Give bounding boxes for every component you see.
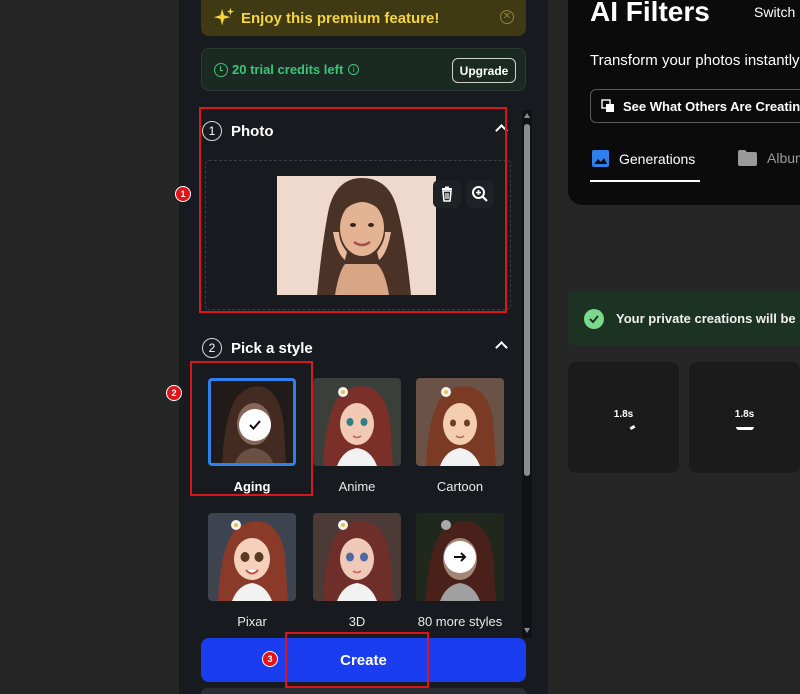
tab-generations[interactable]: Generations xyxy=(592,150,695,167)
private-notice: Your private creations will be saved xyxy=(568,291,800,346)
style-thumbnail xyxy=(313,513,401,601)
scroll-up-arrow[interactable] xyxy=(524,113,530,118)
style-label: Anime xyxy=(338,479,376,494)
annotation-box-style xyxy=(190,361,313,496)
generation-tile[interactable]: 1.8s xyxy=(689,362,800,473)
image-icon xyxy=(592,150,609,167)
see-others-label: See What Others Are Creating xyxy=(623,98,800,114)
see-others-button[interactable]: See What Others Are Creating xyxy=(590,89,800,123)
style-label: Cartoon xyxy=(436,479,484,494)
credits-text: 20 trial credits left xyxy=(232,62,344,77)
ai-filters-header-card: AI Filters Switch Transform your photos … xyxy=(568,0,800,205)
annotation-box-photo xyxy=(199,107,507,313)
annotation-badge: 3 xyxy=(262,651,278,667)
scrollbar-thumb[interactable] xyxy=(524,124,530,476)
credits-bar: 20 trial credits left i Upgrade xyxy=(201,48,526,91)
style-option-3d[interactable]: 3D xyxy=(313,513,401,629)
style-section-title: Pick a style xyxy=(231,339,313,357)
style-option-more[interactable]: 80 more styles xyxy=(416,513,504,629)
loading-indicator xyxy=(629,424,636,431)
style-label: Pixar xyxy=(237,614,267,629)
style-thumbnail xyxy=(416,378,504,466)
bottom-bar xyxy=(201,688,526,694)
active-tab-indicator xyxy=(590,180,700,182)
premium-text: Enjoy this premium feature! xyxy=(241,9,440,27)
scroll-down-arrow[interactable] xyxy=(524,628,530,633)
generation-time: 1.8s xyxy=(613,409,634,420)
arrow-right-icon xyxy=(444,541,476,573)
style-option-cartoon[interactable]: Cartoon xyxy=(416,378,504,494)
generation-tile[interactable]: 1.8s xyxy=(568,362,679,473)
tab-label: Generations xyxy=(619,150,696,167)
page-title: AI Filters xyxy=(590,0,710,27)
clock-icon xyxy=(214,62,228,77)
folder-icon xyxy=(738,150,757,166)
style-section-header[interactable]: 2 Pick a style xyxy=(201,334,516,362)
sparkle-icon xyxy=(213,7,235,26)
tab-label: Albums xyxy=(767,150,800,166)
generation-time: 1.8s xyxy=(734,409,755,420)
annotation-badge: 2 xyxy=(166,385,182,401)
premium-banner: Enjoy this premium feature! ✕ xyxy=(201,0,526,36)
style-thumbnail xyxy=(208,513,296,601)
style-thumbnail xyxy=(416,513,504,601)
style-label: 80 more styles xyxy=(417,614,503,629)
annotation-badge: 1 xyxy=(175,186,191,202)
check-circle-icon xyxy=(584,308,604,329)
style-option-pixar[interactable]: Pixar xyxy=(208,513,296,629)
upgrade-button[interactable]: Upgrade xyxy=(452,58,516,83)
step-number: 2 xyxy=(202,338,222,358)
annotation-box-create xyxy=(285,632,429,688)
tab-albums[interactable]: Albums xyxy=(738,150,800,166)
style-label: 3D xyxy=(348,614,366,629)
switch-button[interactable]: Switch xyxy=(754,4,795,20)
copy-icon xyxy=(601,99,614,112)
style-thumbnail xyxy=(313,378,401,466)
info-icon[interactable]: i xyxy=(348,64,360,75)
loading-indicator xyxy=(736,427,754,430)
page-description: Transform your photos instantly xyxy=(590,52,800,69)
chevron-up-icon[interactable] xyxy=(495,341,508,354)
style-option-anime[interactable]: Anime xyxy=(313,378,401,494)
notice-text: Your private creations will be saved xyxy=(616,311,800,326)
close-icon[interactable]: ✕ xyxy=(500,10,514,24)
